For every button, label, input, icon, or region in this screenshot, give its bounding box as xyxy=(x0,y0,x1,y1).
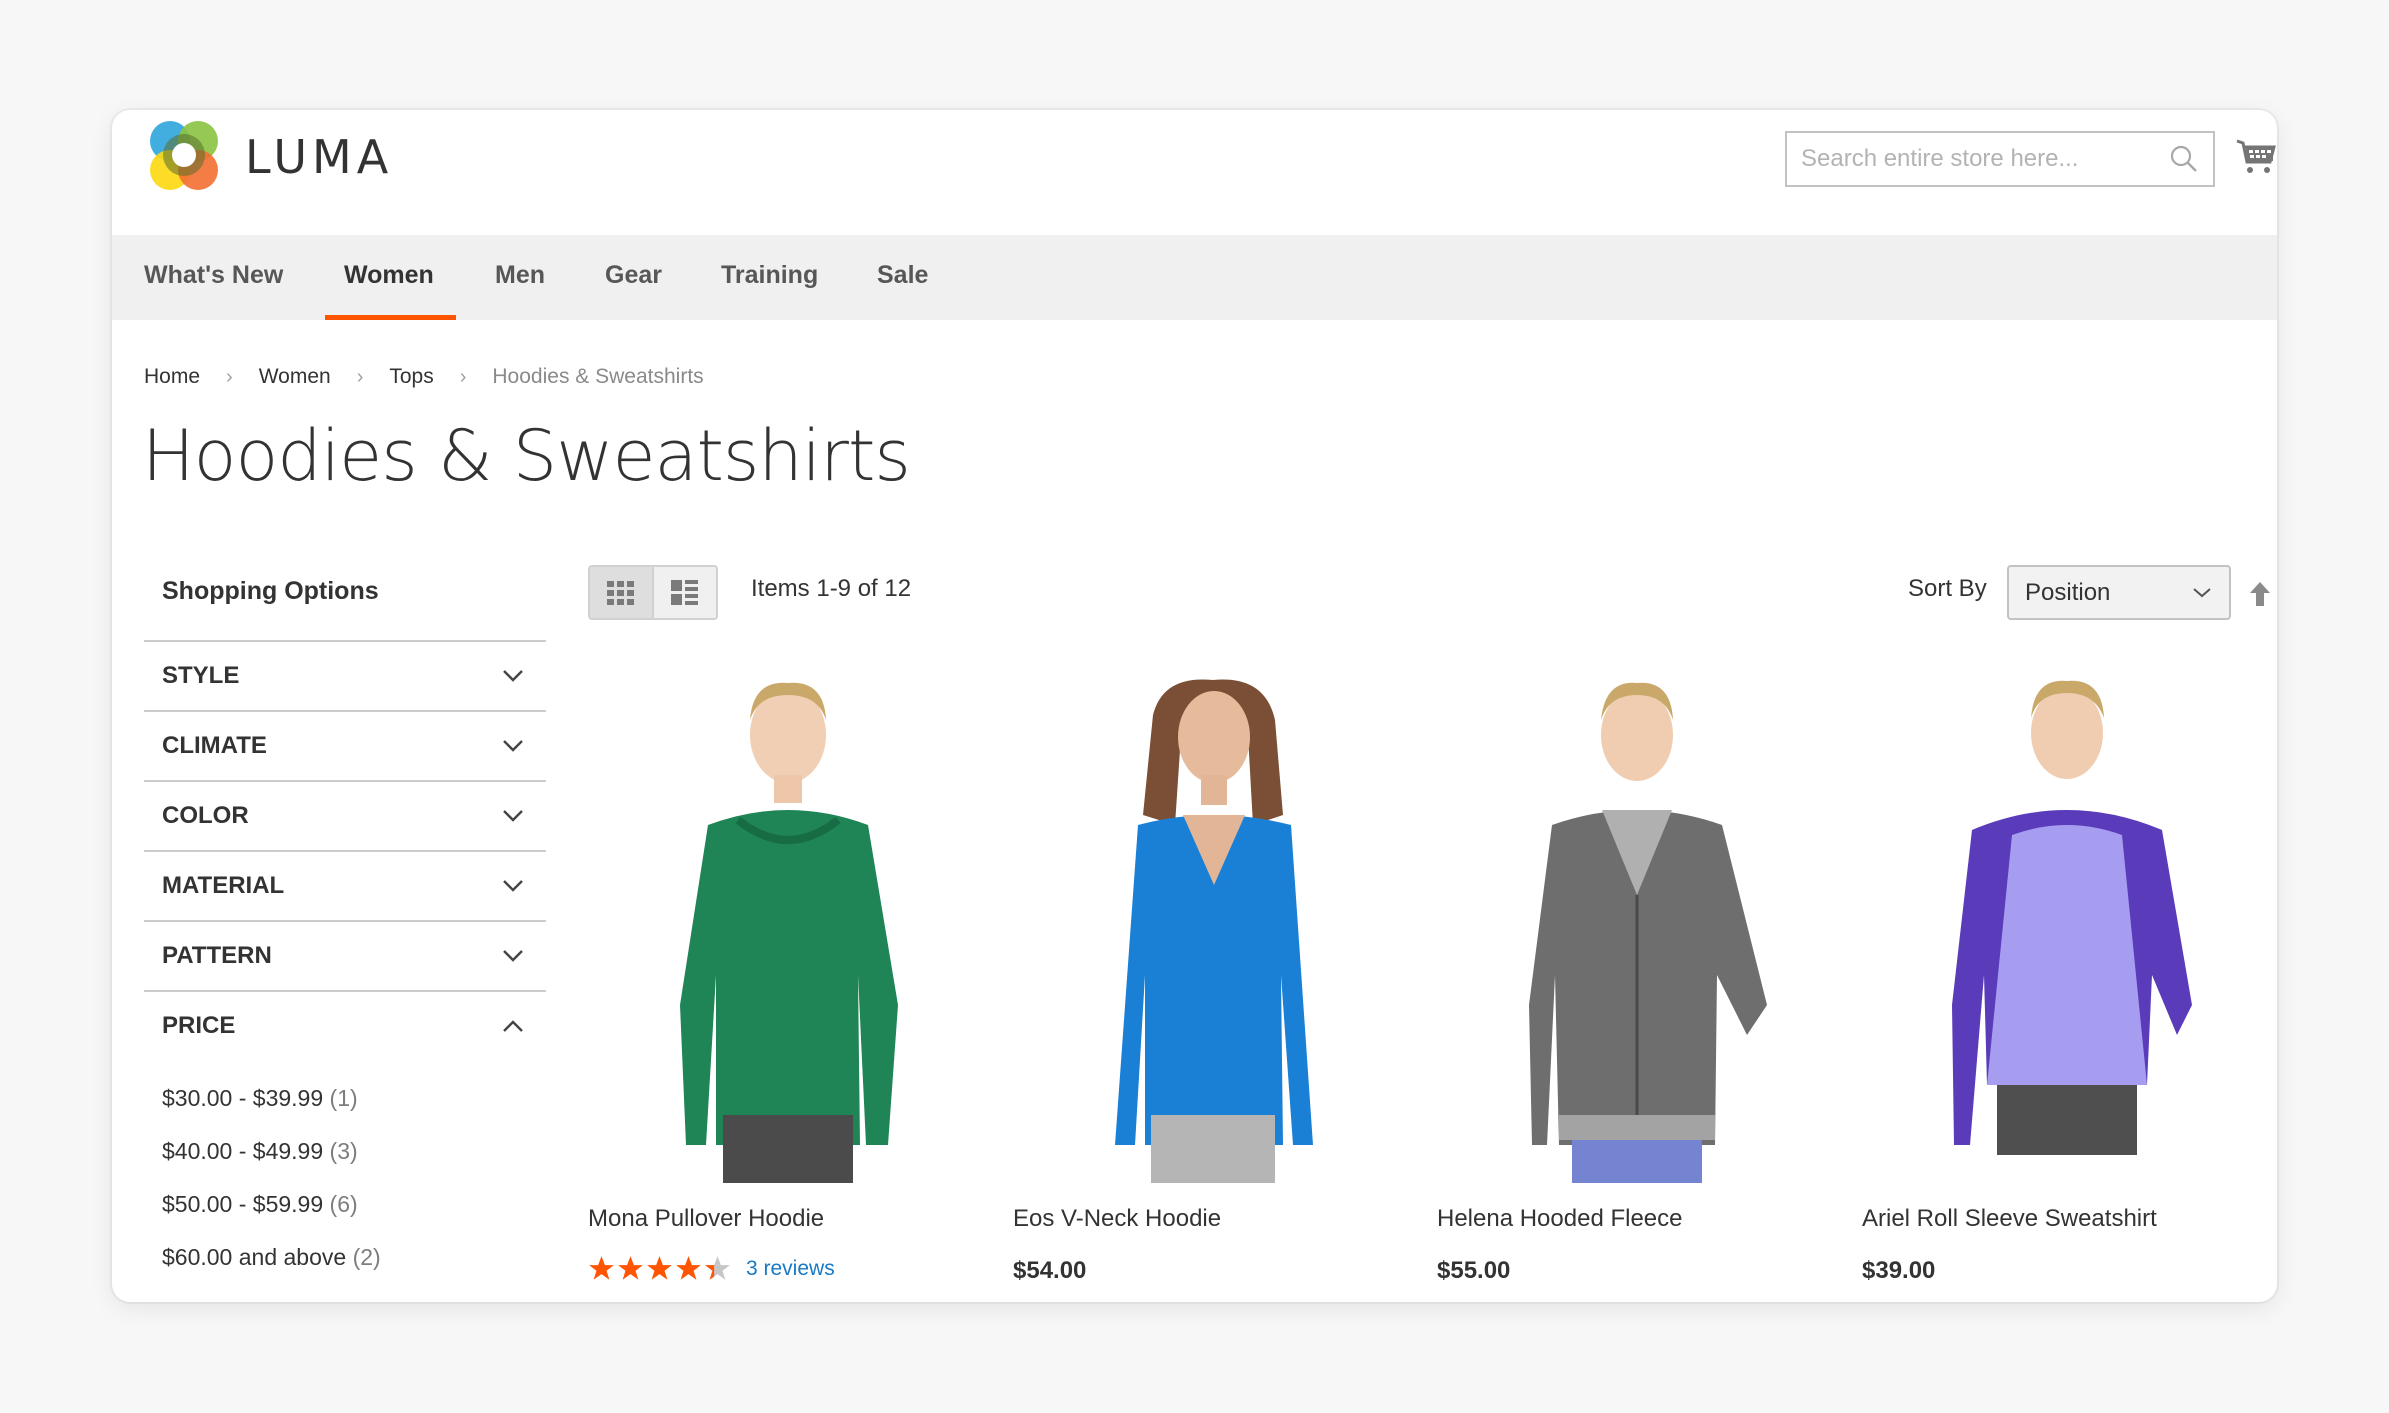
active-nav-indicator xyxy=(325,315,456,320)
price-filter-options: $30.00 - $39.99 (1) $40.00 - $49.99 (3) … xyxy=(144,1060,546,1284)
arrow-up-icon[interactable] xyxy=(2248,580,2272,608)
sort-by-select[interactable]: Position xyxy=(2007,565,2231,620)
nav-item-sale[interactable]: Sale xyxy=(877,235,928,320)
product-image[interactable] xyxy=(1437,675,1837,1183)
search-input[interactable] xyxy=(1801,145,2169,173)
filter-style[interactable]: STYLE xyxy=(144,640,546,710)
filter-label: CLIMATE xyxy=(162,732,267,759)
shopping-options-title: Shopping Options xyxy=(162,577,379,605)
product-name[interactable]: Mona Pullover Hoodie xyxy=(588,1205,824,1233)
grid-view-button[interactable] xyxy=(590,567,654,618)
nav-item-training[interactable]: Training xyxy=(721,235,818,320)
sort-value: Position xyxy=(2025,578,2111,606)
chevron-down-icon xyxy=(503,810,523,822)
filter-label: PRICE xyxy=(162,1012,236,1039)
price-range: $40.00 - $49.99 xyxy=(162,1138,324,1164)
shopping-cart-icon[interactable] xyxy=(2236,138,2276,176)
price-count: (2) xyxy=(352,1244,381,1270)
product-price: $39.00 xyxy=(1862,1257,1936,1284)
price-count: (3) xyxy=(329,1138,358,1164)
filter-label: MATERIAL xyxy=(162,872,285,899)
price-count: (1) xyxy=(329,1085,358,1111)
price-option[interactable]: $60.00 and above (2) xyxy=(162,1231,546,1284)
product-card[interactable]: Mona Pullover Hoodie 3 reviews xyxy=(588,675,988,1280)
star-filled-icon xyxy=(618,1256,643,1280)
breadcrumb-women[interactable]: Women xyxy=(259,365,331,389)
list-view-button[interactable] xyxy=(654,567,716,618)
filter-climate[interactable]: CLIMATE xyxy=(144,710,546,780)
luma-logo-icon[interactable] xyxy=(145,118,223,194)
nav-item-men[interactable]: Men xyxy=(495,235,545,320)
price-option[interactable]: $50.00 - $59.99 (6) xyxy=(162,1178,546,1231)
breadcrumb: Home › Women › Tops › Hoodies & Sweatshi… xyxy=(144,365,704,389)
toolbar-item-count: Items 1-9 of 12 xyxy=(751,575,912,602)
product-card[interactable]: Helena Hooded Fleece $55.00 xyxy=(1437,675,1837,1284)
chevron-down-icon xyxy=(503,950,523,962)
filter-pattern[interactable]: PATTERN xyxy=(144,920,546,990)
product-name[interactable]: Eos V-Neck Hoodie xyxy=(1013,1205,1221,1233)
star-filled-icon xyxy=(676,1256,701,1280)
breadcrumb-separator-icon: › xyxy=(459,365,467,388)
filter-material[interactable]: MATERIAL xyxy=(144,850,546,920)
product-card[interactable]: Ariel Roll Sleeve Sweatshirt $39.00 xyxy=(1862,675,2262,1284)
nav-item-whats-new[interactable]: What's New xyxy=(144,235,283,320)
breadcrumb-separator-icon: › xyxy=(226,365,233,388)
price-option[interactable]: $30.00 - $39.99 (1) xyxy=(162,1072,546,1125)
chevron-up-icon xyxy=(503,1020,523,1032)
brand-name[interactable]: LUMA xyxy=(245,130,393,184)
price-range: $50.00 - $59.99 xyxy=(162,1191,324,1217)
chevron-down-icon xyxy=(503,670,523,682)
price-option[interactable]: $40.00 - $49.99 (3) xyxy=(162,1125,546,1178)
list-icon xyxy=(671,579,698,605)
filter-color[interactable]: COLOR xyxy=(144,780,546,850)
search-box[interactable] xyxy=(1785,131,2215,187)
page-title: Hoodies & Sweatshirts xyxy=(142,415,911,497)
product-image[interactable] xyxy=(1862,675,2262,1183)
product-image[interactable] xyxy=(1013,675,1413,1183)
nav-item-gear[interactable]: Gear xyxy=(605,235,662,320)
chevron-down-icon xyxy=(503,740,523,752)
price-range: $60.00 and above xyxy=(162,1244,347,1270)
sort-by-label: Sort By xyxy=(1908,575,1987,602)
chevron-down-icon xyxy=(503,880,523,892)
product-image[interactable] xyxy=(588,675,988,1183)
star-filled-icon xyxy=(589,1256,614,1280)
product-card[interactable]: Eos V-Neck Hoodie $54.00 xyxy=(1013,675,1413,1284)
star-partial-icon xyxy=(705,1256,730,1280)
breadcrumb-home[interactable]: Home xyxy=(144,365,200,389)
breadcrumb-current: Hoodies & Sweatshirts xyxy=(492,365,704,388)
product-price: $55.00 xyxy=(1437,1257,1511,1284)
product-rating: 3 reviews xyxy=(588,1255,835,1282)
product-name[interactable]: Helena Hooded Fleece xyxy=(1437,1205,1683,1233)
filter-label: STYLE xyxy=(162,662,240,689)
filter-sidebar: Shopping Options STYLE CLIMATE COLOR MAT… xyxy=(144,560,546,1284)
grid-icon xyxy=(607,580,634,605)
breadcrumb-tops[interactable]: Tops xyxy=(389,365,433,389)
view-mode-toggle xyxy=(588,565,718,620)
product-price: $54.00 xyxy=(1013,1257,1087,1284)
star-filled-icon xyxy=(647,1256,672,1280)
search-icon[interactable] xyxy=(2169,144,2199,174)
filter-label: COLOR xyxy=(162,802,249,829)
product-name[interactable]: Ariel Roll Sleeve Sweatshirt xyxy=(1862,1205,2157,1233)
breadcrumb-separator-icon: › xyxy=(356,365,364,388)
main-navigation: What's New Women Men Gear Training Sale xyxy=(112,235,2277,320)
filter-label: PATTERN xyxy=(162,942,272,969)
chevron-down-icon xyxy=(2193,587,2211,597)
reviews-link[interactable]: 3 reviews xyxy=(746,1257,835,1281)
store-page: LUMA What's New Women Men Gear Training … xyxy=(112,110,2277,1302)
price-count: (6) xyxy=(329,1191,358,1217)
filter-price[interactable]: PRICE xyxy=(144,990,546,1060)
price-range: $30.00 - $39.99 xyxy=(162,1085,324,1111)
nav-item-women[interactable]: Women xyxy=(344,235,434,320)
